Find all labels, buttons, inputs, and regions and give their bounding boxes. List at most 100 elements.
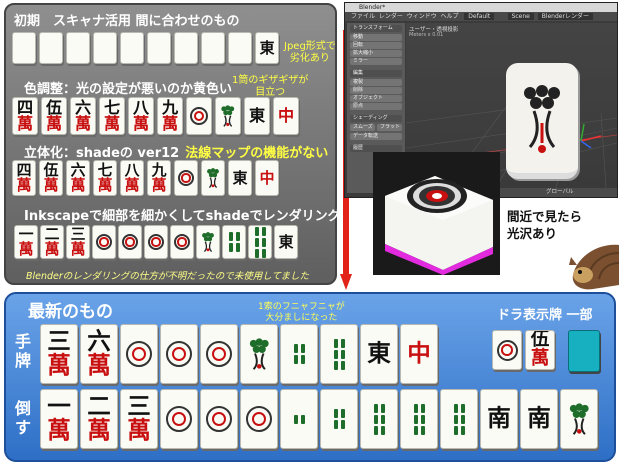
- mahjong-tile: [170, 225, 194, 259]
- tool-data-transfer[interactable]: データ転送: [350, 133, 402, 140]
- panel-transform[interactable]: トランスフォーム: [350, 25, 402, 32]
- bamboo-suit-icon: [453, 403, 465, 435]
- transform-gizmo-icon[interactable]: [576, 121, 606, 151]
- mahjong-tile: [280, 324, 318, 384]
- layout-select[interactable]: Default: [464, 13, 495, 20]
- circle-suit-icon: [496, 339, 518, 361]
- engine-select[interactable]: Blenderレンダー: [537, 13, 593, 20]
- latest-panel: 最新のもの 1索のフニャフニャが 大分ましになった ドラ表示牌 一部 手牌 倒す…: [4, 292, 616, 462]
- tool-delete[interactable]: 削除: [350, 87, 402, 94]
- tool-object[interactable]: オブジェクト: [350, 95, 402, 102]
- mahjong-tile: [160, 389, 198, 449]
- hand-label: 手牌: [15, 332, 32, 370]
- mahjong-tile: [320, 389, 358, 449]
- menu-help[interactable]: ヘルプ: [441, 13, 459, 20]
- panel-edit[interactable]: 編集: [350, 70, 402, 77]
- tool-mirror[interactable]: ミラー: [350, 58, 402, 65]
- mahjong-tile: [400, 389, 438, 449]
- mahjong-tile: 七萬: [93, 160, 117, 196]
- menu-window[interactable]: ウィンドウ: [407, 13, 437, 20]
- mahjong-tile: 九萬: [157, 97, 183, 135]
- peacock-bamboo-one-icon: [207, 168, 219, 189]
- latest-title: 最新のもの: [28, 302, 113, 322]
- mahjong-tile: 南: [520, 389, 558, 449]
- peacock-bamboo-one-icon: [569, 403, 589, 436]
- mahjong-tile: 四萬: [12, 160, 36, 196]
- mahjong-tile: [39, 32, 63, 64]
- mahjong-tile: [201, 32, 225, 64]
- tile-suit-glyph: 萬: [132, 114, 150, 133]
- panel-history[interactable]: 履歴: [350, 145, 402, 152]
- tile-suit-glyph: 萬: [530, 348, 550, 369]
- mahjong-tile: [201, 160, 225, 196]
- tool-origin[interactable]: 原点: [350, 103, 402, 110]
- mahjong-tile: [228, 32, 252, 64]
- tool-rotate[interactable]: 回転: [350, 42, 402, 49]
- mahjong-tile: [240, 389, 278, 449]
- tile-row-4: 一萬二萬三萬 東: [14, 225, 299, 263]
- circle-suit-icon: [95, 233, 113, 251]
- shade-smooth-button[interactable]: スムーズ: [350, 124, 375, 131]
- blender-menubar: ファイル レンダー ウィンドウ ヘルプ Default Scene Blende…: [345, 12, 617, 21]
- arrow-note: 1索のフニャフニャが 大分ましになった: [258, 302, 345, 323]
- mahjong-tile: 南: [480, 389, 518, 449]
- mahjong-tile: 四萬: [12, 97, 38, 135]
- bamboo-suit-icon: [333, 338, 345, 370]
- tile-glyph: 中: [407, 339, 431, 368]
- tool-move[interactable]: 移動: [350, 34, 402, 41]
- mahjong-tile: 八萬: [128, 97, 154, 135]
- mahjong-tile: [92, 225, 116, 259]
- mahjong-tile: 東: [255, 32, 279, 64]
- mahjong-tile: 東: [244, 97, 270, 135]
- mahjong-tile: [360, 389, 398, 449]
- panel-shading[interactable]: シェーディング: [350, 115, 402, 122]
- mahjong-tile: [12, 32, 36, 64]
- mahjong-tile: [560, 389, 598, 449]
- tile-glyph: 東: [248, 105, 266, 125]
- tool-duplicate[interactable]: 複製: [350, 79, 402, 86]
- tile-suit-glyph: 萬: [18, 240, 34, 258]
- mahjong-tile: 三萬: [120, 389, 158, 449]
- menu-render[interactable]: レンダー: [379, 13, 403, 20]
- mahjong-tile: [248, 225, 272, 259]
- tile-glyph: 南: [527, 404, 551, 433]
- mahjong-tile: 一萬: [14, 225, 38, 259]
- mahjong-tile: 中: [273, 97, 299, 135]
- tile-glyph: 中: [277, 105, 295, 125]
- row1-title: 初期 スキャナ活用 間に合わせのもの: [14, 14, 240, 29]
- bamboo-suit-icon: [413, 403, 425, 435]
- bamboo-suit-icon: [293, 344, 305, 364]
- tile-suit-glyph: 萬: [16, 114, 34, 133]
- mahjong-tile: 中: [255, 160, 279, 196]
- mahjong-tile: [492, 330, 522, 370]
- row4-title: Inkscapeで細部を細かくしてshadeでレンダリング: [24, 209, 341, 224]
- circle-suit-icon: [245, 405, 273, 433]
- scene-select[interactable]: Scene: [507, 13, 534, 20]
- dora-label: ドラ表示牌 一部: [497, 308, 593, 323]
- mahjong-tile: 六萬: [80, 324, 118, 384]
- mahjong-tile: [93, 32, 117, 64]
- mahjong-tile: 二萬: [80, 389, 118, 449]
- tile-suit-glyph: 萬: [44, 240, 60, 258]
- mahjong-tile: 三萬: [66, 225, 90, 259]
- 3d-tile-model[interactable]: [506, 63, 578, 179]
- mahjong-tile: 六萬: [70, 97, 96, 135]
- tool-scale[interactable]: 拡大縮小: [350, 50, 402, 57]
- tile-suit-glyph: 萬: [87, 351, 111, 379]
- history-panel: 初期 スキャナ活用 間に合わせのもの 東 Jpeg形式で 劣化あり 色調整：光の…: [4, 3, 341, 285]
- mahjong-tile: 二萬: [40, 225, 64, 259]
- tile-row-1: 東: [12, 32, 287, 66]
- tile-glyph: 東: [232, 168, 248, 187]
- menu-file[interactable]: ファイル: [351, 13, 375, 20]
- mahjong-tile: 伍萬: [525, 330, 555, 370]
- mahjong-tile: [66, 32, 90, 64]
- circle-suit-icon: [121, 233, 139, 251]
- mahjong-tile: 八萬: [120, 160, 144, 196]
- mahjong-tile: [174, 160, 198, 196]
- shade-flat-button[interactable]: フラット: [377, 124, 402, 131]
- row2-note: 1筒のギザギザが 目立つ: [232, 75, 309, 98]
- mahjong-tile: [120, 32, 144, 64]
- peacock-bamboo-one-icon: [221, 105, 235, 128]
- tile-suit-glyph: 萬: [70, 240, 86, 258]
- mahjong-tile: 東: [360, 324, 398, 384]
